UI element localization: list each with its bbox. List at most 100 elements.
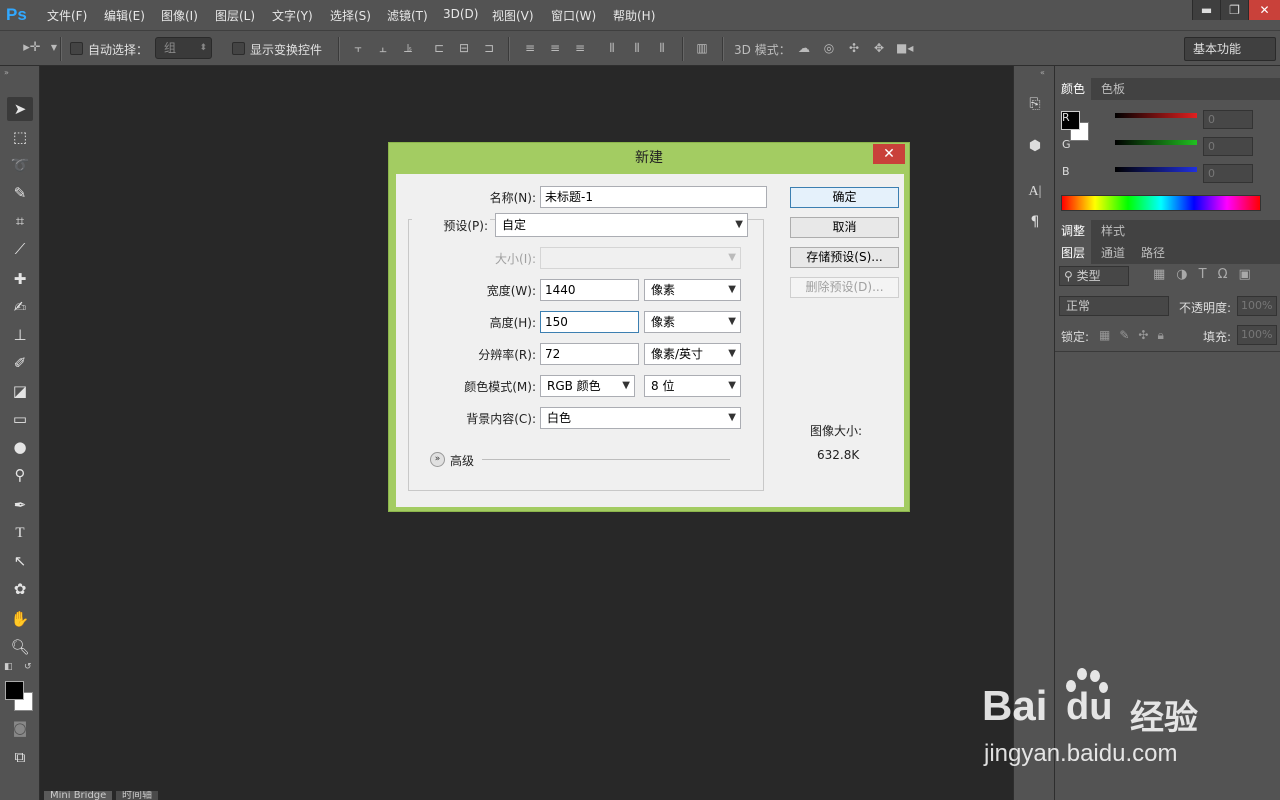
move-tool-preset-icon[interactable]: ▸✛ (20, 40, 44, 56)
menu-select[interactable]: 选择(S) (330, 7, 371, 25)
crop-tool-icon[interactable]: ⌗ (7, 209, 33, 233)
history-panel-icon[interactable]: ⎘ (1024, 93, 1046, 115)
brush-tool-icon[interactable]: ✍ (7, 295, 33, 319)
hand-tool-icon[interactable]: ✋ (7, 607, 33, 631)
default-colors-icon[interactable]: ◧ (4, 662, 13, 672)
advanced-label[interactable]: 高级 (450, 452, 474, 469)
restore-button[interactable]: ❐ (1220, 0, 1248, 20)
tab-layers[interactable]: 图层 (1055, 242, 1092, 264)
eyedropper-tool-icon[interactable]: ⟋ (7, 237, 33, 261)
screen-mode-icon[interactable]: ⧉ (7, 745, 33, 769)
gradient-tool-icon[interactable]: ▭ (7, 407, 33, 431)
width-unit-dropdown[interactable]: 像素 ▼ (644, 279, 741, 301)
lock-icons[interactable]: ▦✎✣🔒︎ (1099, 328, 1173, 343)
color-spectrum-ramp[interactable] (1061, 195, 1261, 211)
red-channel-value[interactable]: 0 (1203, 110, 1253, 129)
menu-view[interactable]: 视图(V) (492, 7, 534, 25)
menu-file[interactable]: 文件(F) (47, 7, 87, 25)
distribute-left-icon[interactable]: ⦀ (604, 40, 620, 56)
preset-dropdown[interactable]: 自定 ▼ (495, 213, 748, 237)
tab-color[interactable]: 颜色 (1055, 78, 1092, 100)
eraser-tool-icon[interactable]: ◪ (7, 379, 33, 403)
menu-layer[interactable]: 图层(L) (215, 7, 255, 25)
blue-channel-value[interactable]: 0 (1203, 164, 1253, 183)
marquee-tool-icon[interactable]: ⬚ (7, 125, 33, 149)
close-window-button[interactable]: ✕ (1248, 0, 1280, 20)
healing-brush-tool-icon[interactable]: ✚ (7, 267, 33, 291)
distribute-right-icon[interactable]: ⦀ (654, 40, 670, 56)
resolution-unit-dropdown[interactable]: 像素/英寸 ▼ (644, 343, 741, 365)
shape-tool-icon[interactable]: ✿ (7, 577, 33, 601)
character-panel-icon[interactable]: A| (1024, 181, 1046, 203)
name-input[interactable]: 未标题-1 (540, 186, 767, 208)
lasso-tool-icon[interactable]: ➰ (7, 153, 33, 177)
history-brush-tool-icon[interactable]: ✐ (7, 351, 33, 375)
foreground-color-swatch[interactable] (5, 681, 24, 700)
collapse-toolbar-icon[interactable]: » (4, 68, 9, 77)
green-channel-slider[interactable] (1115, 140, 1197, 145)
tab-styles[interactable]: 样式 (1095, 220, 1131, 242)
collapse-dock-icon[interactable]: « (1040, 68, 1045, 77)
tab-channels[interactable]: 通道 (1095, 242, 1131, 264)
3d-scale-icon[interactable]: ■◂ (896, 40, 913, 56)
align-hcenter-icon[interactable]: ⊟ (456, 40, 472, 56)
swap-colors-icon[interactable]: ↺ (24, 662, 32, 672)
blend-mode-dropdown[interactable]: 正常 (1059, 296, 1169, 316)
distribute-hcenter-icon[interactable]: ⦀ (629, 40, 645, 56)
color-mode-dropdown[interactable]: RGB 颜色 ▼ (540, 375, 635, 397)
3d-rotate-icon[interactable]: ☁ (796, 40, 812, 56)
blur-tool-icon[interactable]: ● (7, 435, 33, 459)
workspace-dropdown[interactable]: 基本功能 (1184, 37, 1276, 61)
height-input[interactable]: 150 (540, 311, 639, 333)
height-unit-dropdown[interactable]: 像素 ▼ (644, 311, 741, 333)
opacity-field[interactable]: 100% (1237, 296, 1277, 316)
auto-align-icon[interactable]: ▥ (694, 40, 710, 56)
3d-slide-icon[interactable]: ✥ (871, 40, 887, 56)
red-channel-slider[interactable] (1115, 113, 1197, 118)
quick-select-tool-icon[interactable]: ✎ (7, 181, 33, 205)
menu-edit[interactable]: 编辑(E) (104, 7, 145, 25)
tab-timeline[interactable]: 时间轴 (116, 791, 158, 800)
background-contents-dropdown[interactable]: 白色 ▼ (540, 407, 741, 429)
zoom-tool-icon[interactable]: 🔍︎ (7, 635, 33, 659)
quick-mask-icon[interactable]: ◙ (7, 716, 33, 740)
align-left-icon[interactable]: ⊏ (431, 40, 447, 56)
tab-mini-bridge[interactable]: Mini Bridge (44, 791, 113, 800)
tab-paths[interactable]: 路径 (1135, 242, 1171, 264)
dialog-close-button[interactable]: ✕ (873, 144, 905, 164)
move-tool-icon[interactable]: ➤ (7, 97, 33, 121)
auto-select-target-dropdown[interactable]: 组 ⬍ (155, 37, 212, 59)
layer-filter-icons[interactable]: ▦◑TΩ▣ (1153, 267, 1262, 282)
menu-3d[interactable]: 3D(D) (443, 7, 478, 25)
cancel-button[interactable]: 取消 (790, 217, 899, 238)
tab-adjustments[interactable]: 调整 (1055, 220, 1092, 242)
3d-pan-icon[interactable]: ✣ (846, 40, 862, 56)
distribute-bottom-icon[interactable]: ≡ (572, 40, 588, 56)
dodge-tool-icon[interactable]: ⚲ (7, 463, 33, 487)
path-select-tool-icon[interactable]: ↖ (7, 549, 33, 573)
fill-field[interactable]: 100% (1237, 325, 1277, 345)
resolution-input[interactable]: 72 (540, 343, 639, 365)
type-tool-icon[interactable]: T (7, 521, 33, 545)
auto-select-checkbox[interactable] (70, 42, 83, 55)
pen-tool-icon[interactable]: ✒ (7, 493, 33, 517)
minimize-button[interactable]: ▬ (1192, 0, 1220, 20)
menu-window[interactable]: 窗口(W) (551, 7, 596, 25)
3d-panel-icon[interactable]: ⬢ (1024, 135, 1046, 157)
green-channel-value[interactable]: 0 (1203, 137, 1253, 156)
bit-depth-dropdown[interactable]: 8 位 ▼ (644, 375, 741, 397)
3d-roll-icon[interactable]: ◎ (821, 40, 837, 56)
show-transform-checkbox[interactable] (232, 42, 245, 55)
ok-button[interactable]: 确定 (790, 187, 899, 208)
paragraph-panel-icon[interactable]: ¶ (1024, 211, 1046, 233)
align-top-icon[interactable]: ⫟ (350, 40, 366, 56)
layer-filter-dropdown[interactable]: ⚲ 类型 (1059, 266, 1129, 286)
menu-filter[interactable]: 滤镜(T) (387, 7, 428, 25)
align-bottom-icon[interactable]: ⫡ (400, 40, 416, 56)
tab-swatches[interactable]: 色板 (1095, 78, 1131, 100)
clone-stamp-tool-icon[interactable]: ⊥ (7, 323, 33, 347)
width-input[interactable]: 1440 (540, 279, 639, 301)
align-vcenter-icon[interactable]: ⫠ (375, 40, 391, 56)
menu-type[interactable]: 文字(Y) (272, 7, 313, 25)
menu-image[interactable]: 图像(I) (161, 7, 198, 25)
